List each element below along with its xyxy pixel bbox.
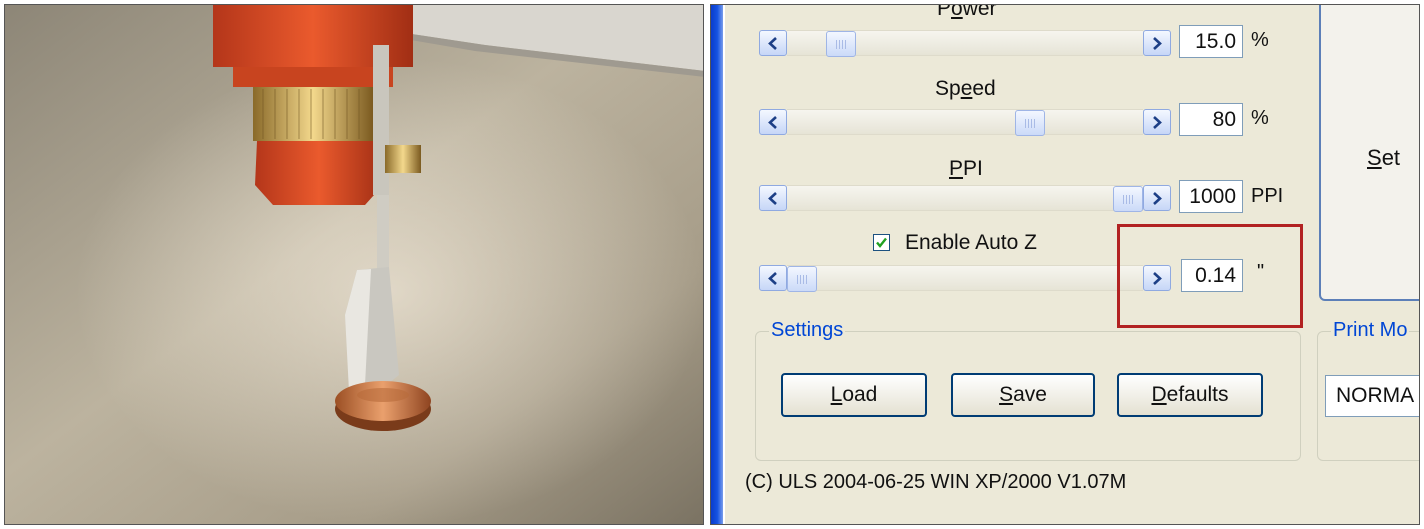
laser-head-illustration (5, 5, 703, 524)
power-unit: % (1251, 29, 1269, 51)
ppi-slider-track[interactable] (787, 185, 1143, 212)
chevron-right-icon (1153, 192, 1162, 205)
enable-auto-z-label: Enable Auto Z (905, 231, 1037, 254)
speed-slider-track[interactable] (787, 109, 1143, 136)
power-slider-thumb[interactable] (826, 31, 856, 57)
ppi-slider-thumb[interactable] (1113, 186, 1143, 212)
checkmark-icon (876, 237, 887, 248)
power-value-input[interactable]: 15.0 (1179, 25, 1243, 58)
auto-z-slider-thumb[interactable] (787, 266, 817, 292)
ppi-label: PPI (949, 157, 983, 180)
set-button[interactable]: Set (1319, 5, 1419, 301)
power-decrease-button[interactable] (759, 30, 787, 56)
power-increase-button[interactable] (1143, 30, 1171, 56)
chevron-right-icon (1153, 116, 1162, 129)
defaults-button-label: Defaults (1151, 383, 1229, 406)
auto-z-decrease-button[interactable] (759, 265, 787, 291)
ppi-unit: PPI (1251, 185, 1284, 207)
print-mode-select[interactable]: NORMA (1325, 375, 1419, 417)
ppi-value-input[interactable]: 1000 (1179, 180, 1243, 213)
settings-group-title: Settings (769, 319, 846, 342)
set-button-label: Set (1367, 145, 1401, 170)
chevron-right-icon (1153, 37, 1162, 50)
set-button-text: et (1381, 145, 1401, 170)
enable-auto-z-checkbox[interactable] (873, 234, 890, 251)
photo-laser-head (4, 4, 704, 525)
window-left-border (711, 5, 725, 524)
speed-unit: % (1251, 107, 1269, 129)
highlight-box (1117, 224, 1303, 328)
chevron-left-icon (768, 192, 777, 205)
chevron-left-icon (768, 272, 777, 285)
laser-settings-dialog: Power 15.0 % Speed 80 % PPI 1000 PPI Ena… (710, 4, 1420, 525)
ppi-increase-button[interactable] (1143, 185, 1171, 211)
auto-z-slider-track[interactable] (787, 265, 1143, 292)
power-slider-track[interactable] (787, 30, 1143, 57)
chevron-left-icon (768, 116, 777, 129)
defaults-button[interactable]: Defaults (1117, 373, 1263, 417)
version-footer: (C) ULS 2004-06-25 WIN XP/2000 V1.07M (745, 471, 1127, 493)
save-button[interactable]: Save (951, 373, 1095, 417)
load-button-label: Load (830, 383, 878, 406)
speed-value-input[interactable]: 80 (1179, 103, 1243, 136)
speed-increase-button[interactable] (1143, 109, 1171, 135)
speed-decrease-button[interactable] (759, 109, 787, 135)
speed-slider-thumb[interactable] (1015, 110, 1045, 136)
power-label: Power (937, 4, 997, 20)
save-button-label: Save (999, 383, 1047, 406)
chevron-left-icon (768, 37, 777, 50)
load-button[interactable]: Load (781, 373, 927, 417)
print-mode-group-title: Print Mo (1331, 319, 1410, 342)
speed-label: Speed (935, 77, 996, 100)
ppi-decrease-button[interactable] (759, 185, 787, 211)
